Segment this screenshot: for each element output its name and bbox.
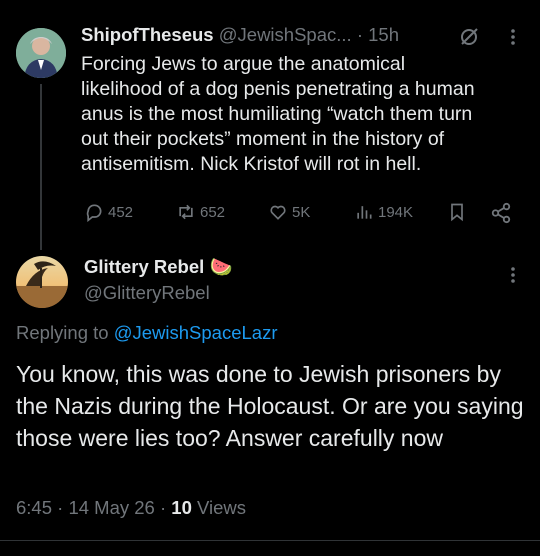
- parent-tweet-text: Forcing Jews to argue the anatomical lik…: [81, 52, 531, 177]
- parent-handle[interactable]: @JewishSpac...: [219, 24, 352, 45]
- parent-separator: ·: [356, 24, 363, 45]
- parent-display-name[interactable]: ShipofTheseus: [81, 24, 214, 45]
- parent-text-line: Forcing Jews to argue the anatomical: [81, 53, 406, 75]
- thread-connector: [40, 84, 42, 250]
- avatar-shipoftheseus[interactable]: [16, 28, 66, 78]
- reply-views-count: 10: [171, 497, 192, 518]
- bookmark-icon[interactable]: [447, 202, 467, 227]
- parent-text-line: anus is the most humiliating “watch them…: [81, 103, 473, 125]
- reply-timestamp[interactable]: 6:45 · 14 May 26 ·: [16, 497, 166, 518]
- views-icon: [357, 206, 372, 219]
- parent-text-line: out their pockets” moment in the history…: [81, 128, 445, 150]
- parent-header: ShipofTheseus @JewishSpac... · 15h: [81, 24, 399, 46]
- parent-text-line: likelihood of a dog penis penetrating a …: [81, 78, 475, 100]
- reply-tweet-text: You know, this was done to Jewish prison…: [16, 361, 524, 451]
- replying-to-mention[interactable]: @JewishSpaceLazr: [114, 322, 278, 343]
- reply-display-name[interactable]: Glittery Rebel: [84, 256, 204, 277]
- reply-more-icon[interactable]: [510, 266, 516, 289]
- reply-count: 452: [108, 203, 134, 221]
- like-icon: [270, 205, 286, 220]
- reply-button[interactable]: 452: [84, 202, 133, 222]
- reply-icon: [86, 204, 102, 222]
- parent-text-line: antisemitism. Nick Kristof will rot in h…: [81, 153, 422, 175]
- parent-time[interactable]: 15h: [368, 24, 399, 45]
- like-button[interactable]: 5K: [268, 202, 310, 222]
- reply-handle[interactable]: @GlitteryRebel: [84, 282, 210, 304]
- avatar-glitteryrebel[interactable]: [16, 256, 68, 308]
- views-count: 194K: [378, 203, 414, 221]
- reply-author: Glittery Rebel 🍉: [84, 256, 232, 278]
- repost-icon: [179, 204, 193, 220]
- views-button[interactable]: 194K: [354, 202, 413, 222]
- divider: [0, 540, 540, 541]
- reply-views-label: Views: [197, 497, 247, 518]
- more-icon[interactable]: [510, 28, 516, 51]
- replying-to-label: Replying to: [16, 322, 109, 343]
- repost-count: 652: [200, 203, 226, 221]
- watermelon-emoji: 🍉: [209, 256, 233, 277]
- like-count: 5K: [292, 203, 311, 221]
- replying-to-line: Replying to @JewishSpaceLazr: [16, 322, 277, 344]
- reply-meta: 6:45 · 14 May 26 · 10 Views: [16, 497, 246, 519]
- repost-button[interactable]: 652: [176, 202, 225, 222]
- grok-icon[interactable]: [458, 26, 480, 53]
- share-icon[interactable]: [490, 202, 512, 229]
